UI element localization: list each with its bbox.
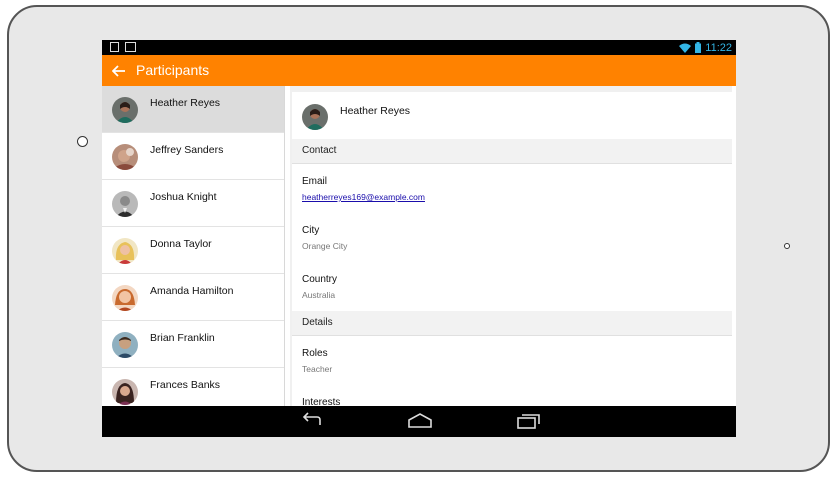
section-header-details: Details <box>292 311 732 336</box>
list-item[interactable]: Heather Reyes <box>102 86 284 133</box>
section-header-contact: Contact <box>292 139 732 164</box>
avatar <box>112 97 138 123</box>
page-title: Participants <box>136 62 210 78</box>
field-value: Orange City <box>302 241 348 251</box>
wifi-icon <box>679 43 692 53</box>
back-nav-icon[interactable] <box>298 411 328 431</box>
interests-field: Interests <box>292 385 732 406</box>
screen: 11:22 Participants Heather Reyes Jeffrey… <box>102 40 736 437</box>
list-item[interactable]: Jeffrey Sanders <box>102 133 284 180</box>
sensor-dot <box>784 243 790 249</box>
recent-apps-icon[interactable] <box>513 411 543 431</box>
field-label: Email <box>302 176 328 187</box>
avatar <box>112 285 138 311</box>
back-arrow-icon[interactable] <box>107 59 131 83</box>
participant-detail: Heather Reyes Contact Email heatherreyes… <box>290 86 732 406</box>
battery-icon <box>695 42 702 53</box>
country-field: Country Australia <box>292 262 732 312</box>
field-label: Country <box>302 274 338 285</box>
section-title: Contact <box>302 145 337 156</box>
participant-name: Donna Taylor <box>150 238 212 250</box>
city-field: City Orange City <box>292 213 732 263</box>
participant-name: Amanda Hamilton <box>150 285 234 297</box>
content-area: Heather Reyes Jeffrey Sanders Joshua Kni… <box>102 86 736 406</box>
avatar <box>112 238 138 264</box>
field-value: Australia <box>302 290 336 300</box>
list-item[interactable]: Donna Taylor <box>102 227 284 274</box>
detail-name: Heather Reyes <box>340 105 411 117</box>
avatar <box>112 191 138 217</box>
status-bar: 11:22 <box>102 40 736 55</box>
participant-name: Brian Franklin <box>150 332 215 344</box>
participants-list: Heather Reyes Jeffrey Sanders Joshua Kni… <box>102 86 285 406</box>
home-nav-icon[interactable] <box>405 411 435 431</box>
notification-icon <box>110 42 119 52</box>
avatar <box>112 379 138 405</box>
avatar <box>112 144 138 170</box>
participant-name: Joshua Knight <box>150 191 217 203</box>
avatar <box>112 332 138 358</box>
detail-header: Heather Reyes <box>292 92 732 140</box>
email-field: Email heatherreyes169@example.com <box>292 164 732 214</box>
image-notification-icon <box>125 42 136 52</box>
list-item[interactable]: Amanda Hamilton <box>102 274 284 321</box>
list-item[interactable]: Joshua Knight <box>102 180 284 227</box>
navigation-bar <box>102 406 736 437</box>
list-item[interactable]: Frances Banks <box>102 368 284 406</box>
status-time: 11:22 <box>705 41 732 54</box>
section-title: Details <box>302 317 333 328</box>
email-link[interactable]: heatherreyes169@example.com <box>302 192 425 202</box>
field-label: Interests <box>302 397 341 406</box>
avatar <box>302 104 328 130</box>
list-item[interactable]: Brian Franklin <box>102 321 284 368</box>
action-bar: Participants <box>102 55 736 86</box>
participant-name: Jeffrey Sanders <box>150 144 224 156</box>
field-label: Roles <box>302 348 328 359</box>
field-label: City <box>302 225 320 236</box>
field-value: Teacher <box>302 364 333 374</box>
front-camera <box>77 136 88 147</box>
participant-name: Frances Banks <box>150 379 221 391</box>
participant-name: Heather Reyes <box>150 97 221 109</box>
roles-field: Roles Teacher <box>292 336 732 386</box>
